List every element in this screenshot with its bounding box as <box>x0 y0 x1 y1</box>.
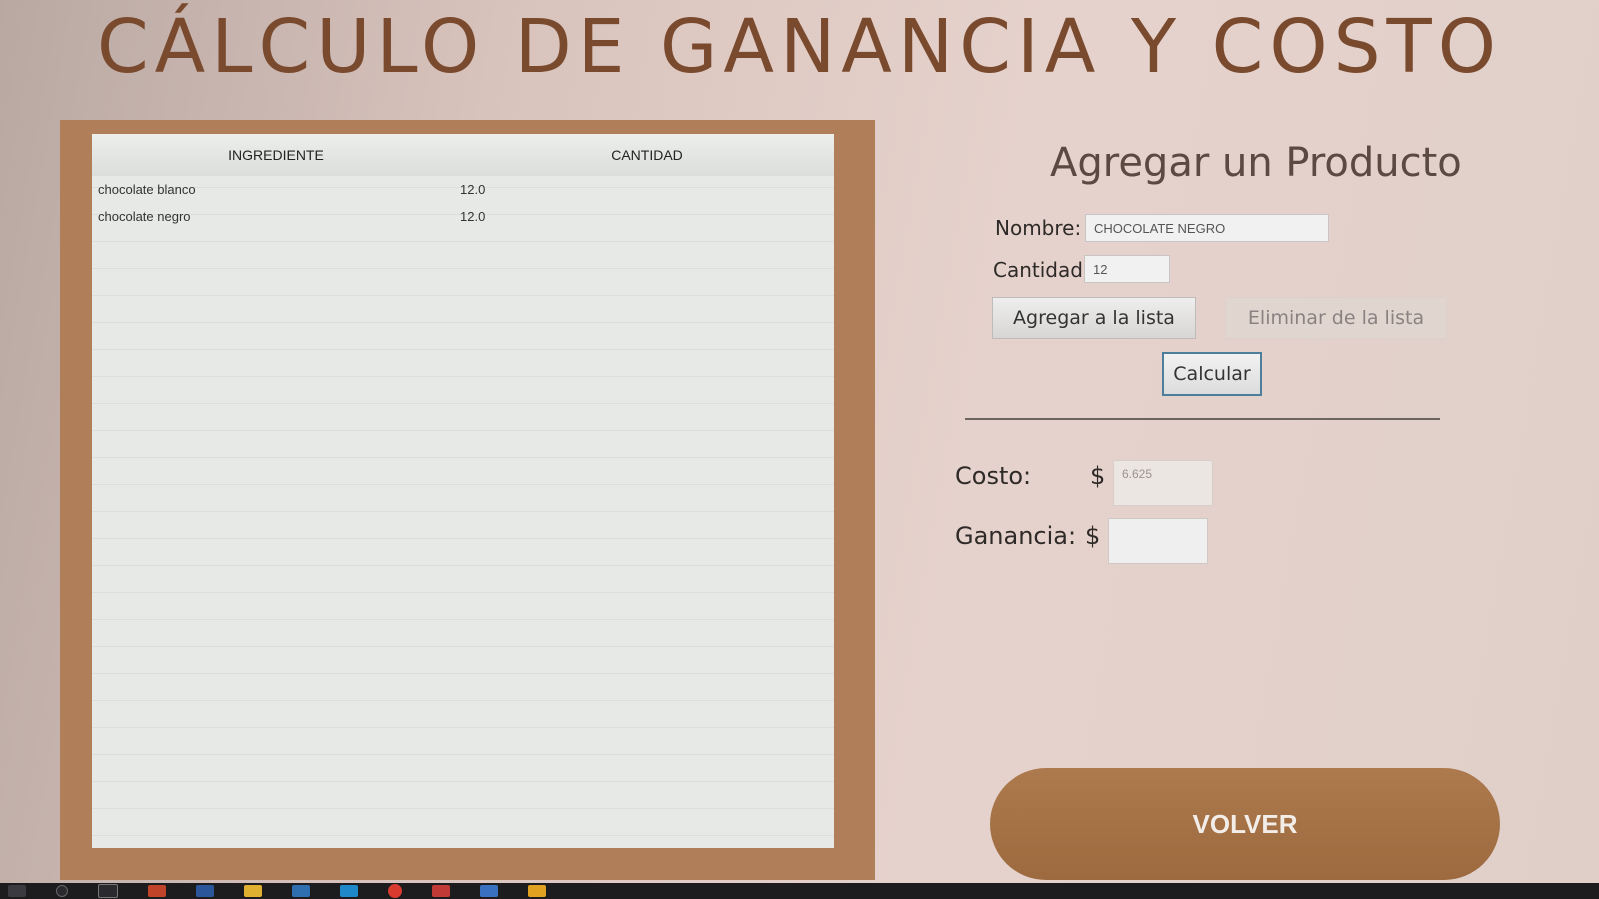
file-explorer-icon[interactable] <box>244 885 262 897</box>
column-header-cantidad[interactable]: CANTIDAD <box>460 134 834 176</box>
nombre-label: Nombre: <box>995 216 1082 240</box>
costo-field[interactable]: 6.625 <box>1113 460 1213 506</box>
cantidad-label: Cantidad: <box>993 258 1090 282</box>
search-icon[interactable] <box>56 885 68 897</box>
cantidad-input[interactable]: 12 <box>1084 255 1170 283</box>
app-icon-2[interactable] <box>432 885 450 897</box>
volver-button[interactable]: VOLVER <box>990 768 1500 880</box>
ingredients-table[interactable]: INGREDIENTE CANTIDAD chocolate blanco 12… <box>92 134 834 848</box>
app-icon[interactable] <box>340 885 358 897</box>
table-frame: INGREDIENTE CANTIDAD chocolate blanco 12… <box>60 120 875 880</box>
ingrediente-cell: chocolate negro <box>98 209 191 224</box>
cantidad-cell: 12.0 <box>460 209 486 224</box>
os-taskbar <box>0 883 1599 899</box>
costo-label: Costo: <box>955 462 1032 490</box>
calcular-button[interactable]: Calcular <box>1162 352 1262 396</box>
add-to-list-button[interactable]: Agregar a la lista <box>992 297 1196 339</box>
ganancia-label: Ganancia: <box>955 522 1077 550</box>
app-icon-4[interactable] <box>528 885 546 897</box>
page-title: CÁLCULO DE GANANCIA Y COSTO <box>97 4 1502 90</box>
table-header: INGREDIENTE CANTIDAD <box>92 134 834 176</box>
nombre-input[interactable]: CHOCOLATE NEGRO <box>1085 214 1329 242</box>
ingrediente-cell: chocolate blanco <box>98 182 196 197</box>
ganancia-field[interactable] <box>1108 518 1208 564</box>
app-icon-3[interactable] <box>480 885 498 897</box>
powerpoint-icon[interactable] <box>148 885 166 897</box>
column-header-ingrediente[interactable]: INGREDIENTE <box>92 134 460 176</box>
chrome-icon[interactable] <box>388 884 402 898</box>
table-row[interactable]: chocolate blanco 12.0 <box>92 176 834 203</box>
task-view-icon[interactable] <box>98 884 118 898</box>
windows-start-icon[interactable] <box>8 885 26 897</box>
form-heading: Agregar un Producto <box>1050 140 1462 186</box>
costo-currency: $ <box>1090 462 1106 490</box>
divider <box>965 418 1440 420</box>
word-icon[interactable] <box>196 885 214 897</box>
table-row[interactable]: chocolate negro 12.0 <box>92 203 834 230</box>
ganancia-currency: $ <box>1085 522 1101 550</box>
mail-icon[interactable] <box>292 885 310 897</box>
remove-from-list-button[interactable]: Eliminar de la lista <box>1225 297 1447 339</box>
cantidad-cell: 12.0 <box>460 182 486 197</box>
